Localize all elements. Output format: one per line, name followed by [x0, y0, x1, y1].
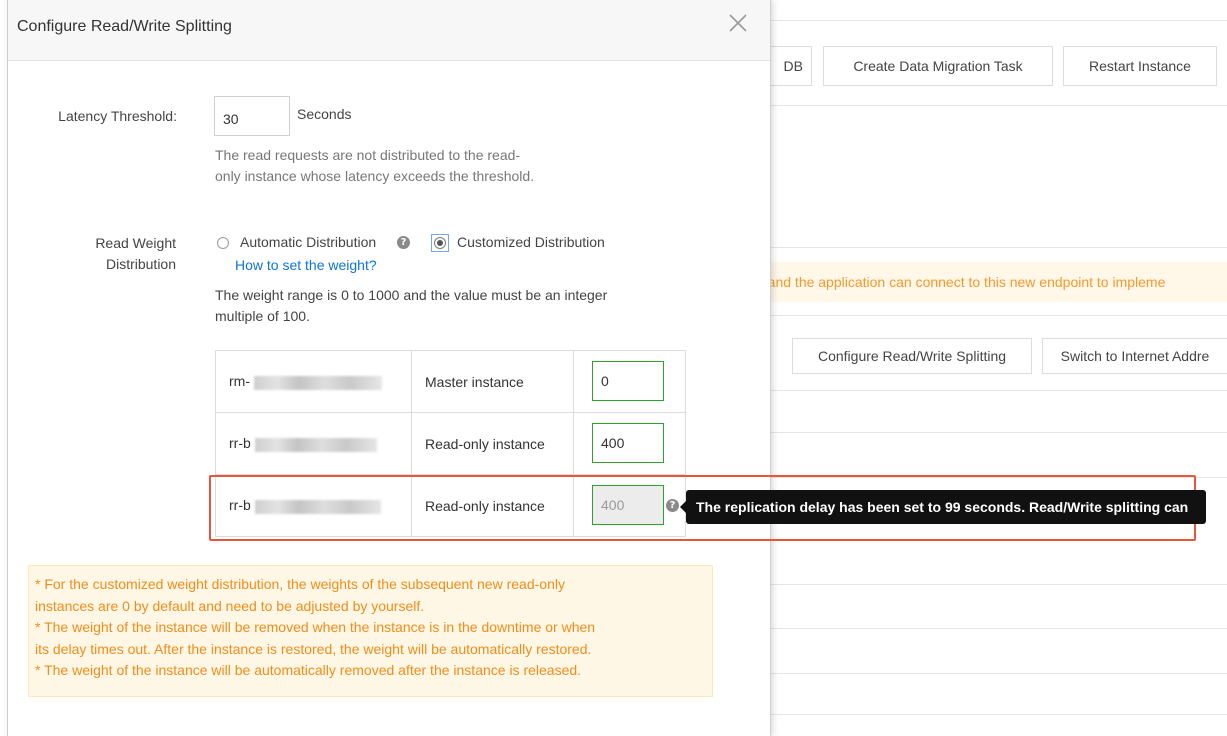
divider: [770, 432, 1227, 433]
instance-id-cell: rr-b: [215, 412, 412, 475]
automatic-distribution-label[interactable]: Automatic Distribution: [240, 234, 376, 250]
latency-threshold-input[interactable]: [214, 96, 290, 136]
latency-help-line: The read requests are not distributed to…: [215, 147, 521, 163]
divider: [770, 673, 1227, 674]
divider: [770, 628, 1227, 629]
latency-help-line: only instance whose latency exceeds the …: [215, 168, 535, 184]
instance-id: rm-: [229, 373, 250, 390]
instance-weight-table: rm- Master instance rr-b Read-only insta…: [215, 350, 686, 537]
instance-type-cell: Read-only instance: [411, 474, 574, 537]
latency-help-text: The read requests are not distributed to…: [215, 145, 534, 187]
switch-to-internet-address-button[interactable]: Switch to Internet Addre: [1042, 338, 1227, 374]
weight-range-line: multiple of 100.: [215, 308, 310, 324]
configure-rw-splitting-dialog: Configure Read/Write Splitting Latency T…: [7, 0, 771, 736]
customized-distribution-label[interactable]: Customized Distribution: [457, 234, 605, 250]
note-line: * The weight of the instance will be aut…: [35, 662, 582, 678]
note-line: its delay times out. After the instance …: [35, 640, 592, 657]
weight-range-help: The weight range is 0 to 1000 and the va…: [215, 285, 607, 327]
customized-distribution-radio[interactable]: [434, 237, 446, 249]
divider: [770, 315, 1227, 316]
replication-delay-tooltip: The replication delay has been set to 99…: [686, 490, 1206, 524]
latency-threshold-label: Latency Threshold:: [58, 108, 177, 124]
create-data-migration-task-button[interactable]: Create Data Migration Task: [823, 46, 1053, 86]
table-row: rr-b Read-only instance: [215, 412, 686, 475]
weight-input-readonly-1[interactable]: [592, 423, 664, 463]
latency-unit: Seconds: [297, 106, 352, 122]
label-line: Distribution: [105, 256, 176, 272]
automatic-distribution-radio[interactable]: [217, 237, 229, 249]
instance-type-cell: Read-only instance: [411, 412, 574, 475]
note-line: * For the customized weight distribution…: [35, 576, 565, 592]
table-row: rm- Master instance: [215, 350, 686, 413]
divider: [770, 247, 1227, 248]
read-weight-distribution-label: Read Weight Distribution: [68, 233, 176, 275]
divider: [770, 477, 1227, 478]
close-icon[interactable]: [725, 10, 751, 36]
how-to-set-weight-link[interactable]: How to set the weight?: [235, 257, 377, 273]
redacted-id: [254, 437, 377, 452]
redacted-id: [254, 499, 381, 514]
weight-notes-box: * For the customized weight distribution…: [28, 565, 713, 697]
instance-id-cell: rr-b: [215, 474, 412, 537]
weight-cell: [573, 350, 686, 413]
instance-id-cell: rm-: [215, 350, 412, 413]
bg-notice-text: d and the application can connect to thi…: [770, 274, 1166, 290]
instance-id: rr-b: [229, 435, 251, 452]
weight-cell: [573, 412, 686, 475]
table-row: rr-b Read-only instance ?: [215, 474, 686, 537]
dialog-title: Configure Read/Write Splitting: [17, 18, 232, 35]
divider: [770, 390, 1227, 391]
question-icon[interactable]: ?: [666, 499, 679, 512]
note-line: * The weight of the instance will be rem…: [35, 619, 596, 635]
question-icon[interactable]: ?: [397, 236, 410, 249]
divider: [770, 714, 1227, 715]
weight-input-master[interactable]: [592, 361, 664, 401]
bg-notice-banner: d and the application can connect to thi…: [770, 262, 1227, 302]
divider: [770, 584, 1227, 585]
note-line: instances are 0 by default and need to b…: [35, 597, 425, 614]
instance-id: rr-b: [229, 497, 251, 514]
instance-type-cell: Master instance: [411, 350, 574, 413]
dialog-header: Configure Read/Write Splitting: [8, 0, 770, 61]
divider: [770, 20, 1227, 21]
restart-instance-button[interactable]: Restart Instance: [1063, 46, 1217, 86]
weight-range-line: The weight range is 0 to 1000 and the va…: [215, 287, 608, 303]
redacted-id: [254, 375, 382, 390]
weight-cell: ?: [573, 474, 686, 537]
divider: [770, 105, 1227, 106]
weight-input-readonly-2: [592, 485, 664, 525]
label-line: Read Weight: [95, 235, 176, 251]
bg-configure-rw-splitting-button[interactable]: Configure Read/Write Splitting: [792, 338, 1032, 374]
